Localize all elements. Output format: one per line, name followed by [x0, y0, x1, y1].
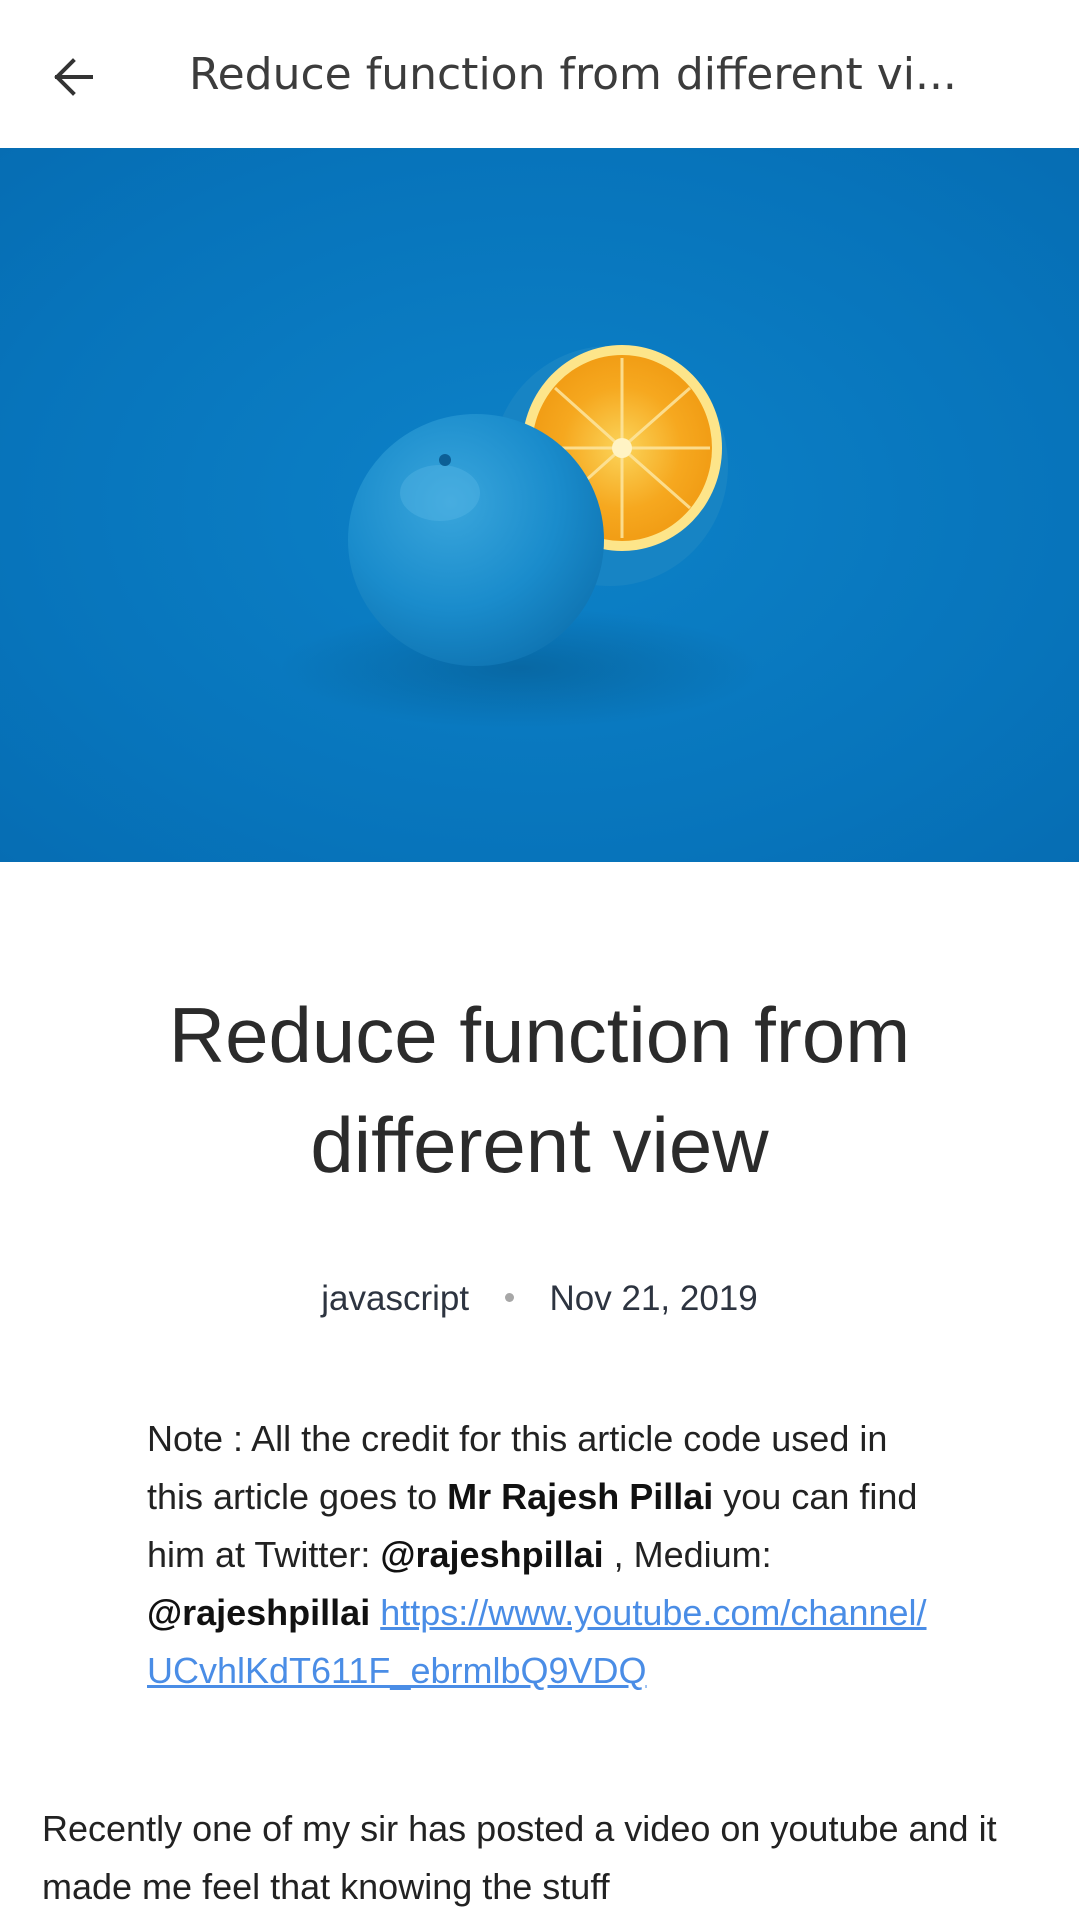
- hero-image: [0, 148, 1079, 862]
- orange-image: [280, 345, 760, 728]
- article-title: Reduce function from different view: [168, 991, 911, 1189]
- note-twitter-handle: @rajeshpillai: [380, 1534, 604, 1575]
- app-bar-title: Reduce function from different vi...: [189, 49, 957, 100]
- app-bar: Reduce function from different vi...: [0, 0, 1079, 148]
- article-date: Nov 21, 2019: [549, 1279, 758, 1318]
- note-author: Mr Rajesh Pillai: [447, 1476, 714, 1517]
- note-medium-handle: @rajeshpillai: [147, 1592, 371, 1633]
- back-button[interactable]: [40, 44, 106, 110]
- credit-note: Note : All the credit for this article c…: [147, 1410, 937, 1700]
- article-meta: javascript Nov 21, 2019: [0, 1276, 1079, 1322]
- meta-separator-dot: [504, 1293, 514, 1303]
- arrow-left-icon: [54, 58, 93, 96]
- article-tag[interactable]: javascript: [321, 1279, 469, 1318]
- note-text-3: , Medium:: [603, 1534, 772, 1575]
- article-body: Recently one of my sir has posted a vide…: [42, 1808, 997, 1907]
